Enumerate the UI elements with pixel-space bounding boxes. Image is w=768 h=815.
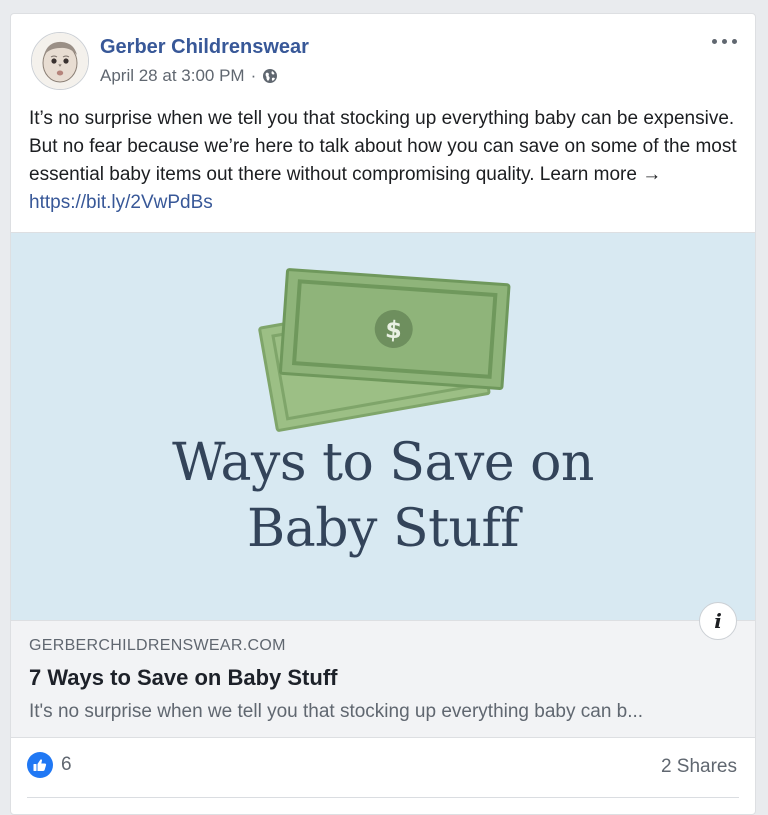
dot-icon — [732, 39, 737, 44]
dot-icon — [722, 39, 727, 44]
post-card: Gerber Childrenswear April 28 at 3:00 PM… — [10, 13, 756, 815]
post-text: It’s no surprise when we tell you that s… — [29, 108, 737, 185]
post-link[interactable]: https://bit.ly/2VwPdBs — [29, 192, 213, 213]
link-preview-image[interactable]: $ Ways to Save on Baby Stuff — [11, 232, 755, 621]
reactions-summary[interactable]: 6 — [27, 752, 72, 778]
link-description: It's no surprise when we tell you that s… — [29, 701, 644, 722]
more-options-button[interactable] — [709, 30, 741, 52]
info-button[interactable]: i — [699, 602, 737, 640]
svg-text:$: $ — [384, 315, 403, 344]
link-title[interactable]: 7 Ways to Save on Baby Stuff — [29, 665, 337, 691]
post-header: Gerber Childrenswear April 28 at 3:00 PM… — [11, 14, 755, 94]
page-avatar[interactable] — [31, 32, 89, 90]
post-body: It’s no surprise when we tell you that s… — [29, 105, 741, 217]
meta-separator: · — [250, 66, 257, 85]
link-preview-details[interactable]: GERBERCHILDRENSWEAR.COM 7 Ways to Save o… — [11, 620, 755, 738]
image-title-line1: Ways to Save on — [172, 433, 594, 493]
image-title-line2: Baby Stuff — [247, 499, 519, 559]
reaction-count: 6 — [61, 754, 72, 775]
page-name-link[interactable]: Gerber Childrenswear — [100, 36, 309, 59]
baby-face-icon — [32, 33, 88, 89]
like-icon — [27, 752, 53, 778]
dot-icon — [712, 39, 717, 44]
globe-icon[interactable] — [262, 68, 278, 84]
shares-count[interactable]: 2 Shares — [661, 756, 737, 778]
post-meta: April 28 at 3:00 PM · — [100, 66, 278, 86]
thumbs-up-icon — [33, 759, 47, 771]
link-domain: GERBERCHILDRENSWEAR.COM — [29, 637, 286, 654]
post-timestamp[interactable]: April 28 at 3:00 PM — [100, 66, 245, 86]
money-bills-icon: $ — [258, 268, 511, 432]
